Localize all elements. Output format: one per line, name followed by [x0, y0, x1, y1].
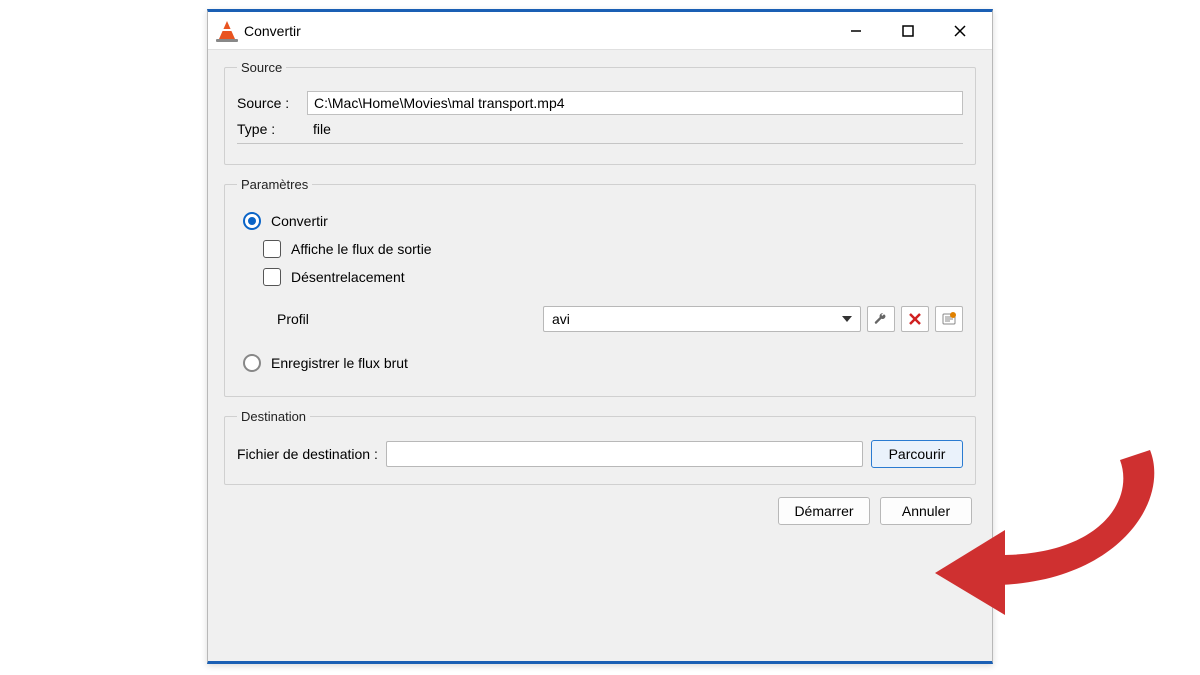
type-label: Type : [237, 121, 307, 137]
radio-icon [243, 354, 261, 372]
deinterlace-checkbox[interactable]: Désentrelacement [263, 268, 963, 286]
destination-legend: Destination [237, 409, 310, 424]
profile-label: Profil [277, 311, 537, 327]
new-profile-button[interactable] [935, 306, 963, 332]
source-group: Source Source : Type : file [224, 60, 976, 165]
titlebar: Convertir [208, 12, 992, 50]
convert-radio-row[interactable]: Convertir [243, 212, 963, 230]
source-legend: Source [237, 60, 286, 75]
destination-file-input[interactable] [386, 441, 863, 467]
delete-profile-button[interactable] [901, 306, 929, 332]
close-button[interactable] [934, 13, 986, 49]
chevron-down-icon [842, 316, 852, 322]
convert-radio-label: Convertir [271, 213, 328, 229]
profile-value: avi [552, 311, 570, 327]
convert-dialog: Convertir Source Source : Type : file [207, 9, 993, 664]
destination-file-label: Fichier de destination : [237, 446, 378, 462]
profile-select[interactable]: avi [543, 306, 861, 332]
edit-profile-button[interactable] [867, 306, 895, 332]
radio-icon [243, 212, 261, 230]
source-label: Source : [237, 95, 307, 111]
destination-group: Destination Fichier de destination : Par… [224, 409, 976, 485]
wrench-icon [873, 311, 889, 327]
show-output-checkbox[interactable]: Affiche le flux de sortie [263, 240, 963, 258]
raw-radio-row[interactable]: Enregistrer le flux brut [243, 354, 963, 372]
browse-button[interactable]: Parcourir [871, 440, 963, 468]
maximize-button[interactable] [882, 13, 934, 49]
show-output-label: Affiche le flux de sortie [291, 241, 432, 257]
source-input[interactable] [307, 91, 963, 115]
start-button[interactable]: Démarrer [778, 497, 870, 525]
deinterlace-label: Désentrelacement [291, 269, 405, 285]
checkbox-icon [263, 268, 281, 286]
vlc-icon [218, 21, 236, 41]
checkbox-icon [263, 240, 281, 258]
type-value: file [307, 121, 331, 137]
x-icon [907, 311, 923, 327]
cancel-button[interactable]: Annuler [880, 497, 972, 525]
window-title: Convertir [244, 23, 301, 39]
params-legend: Paramètres [237, 177, 312, 192]
raw-radio-label: Enregistrer le flux brut [271, 355, 408, 371]
list-new-icon [941, 311, 957, 327]
minimize-button[interactable] [830, 13, 882, 49]
params-group: Paramètres Convertir Affiche le flux de … [224, 177, 976, 397]
